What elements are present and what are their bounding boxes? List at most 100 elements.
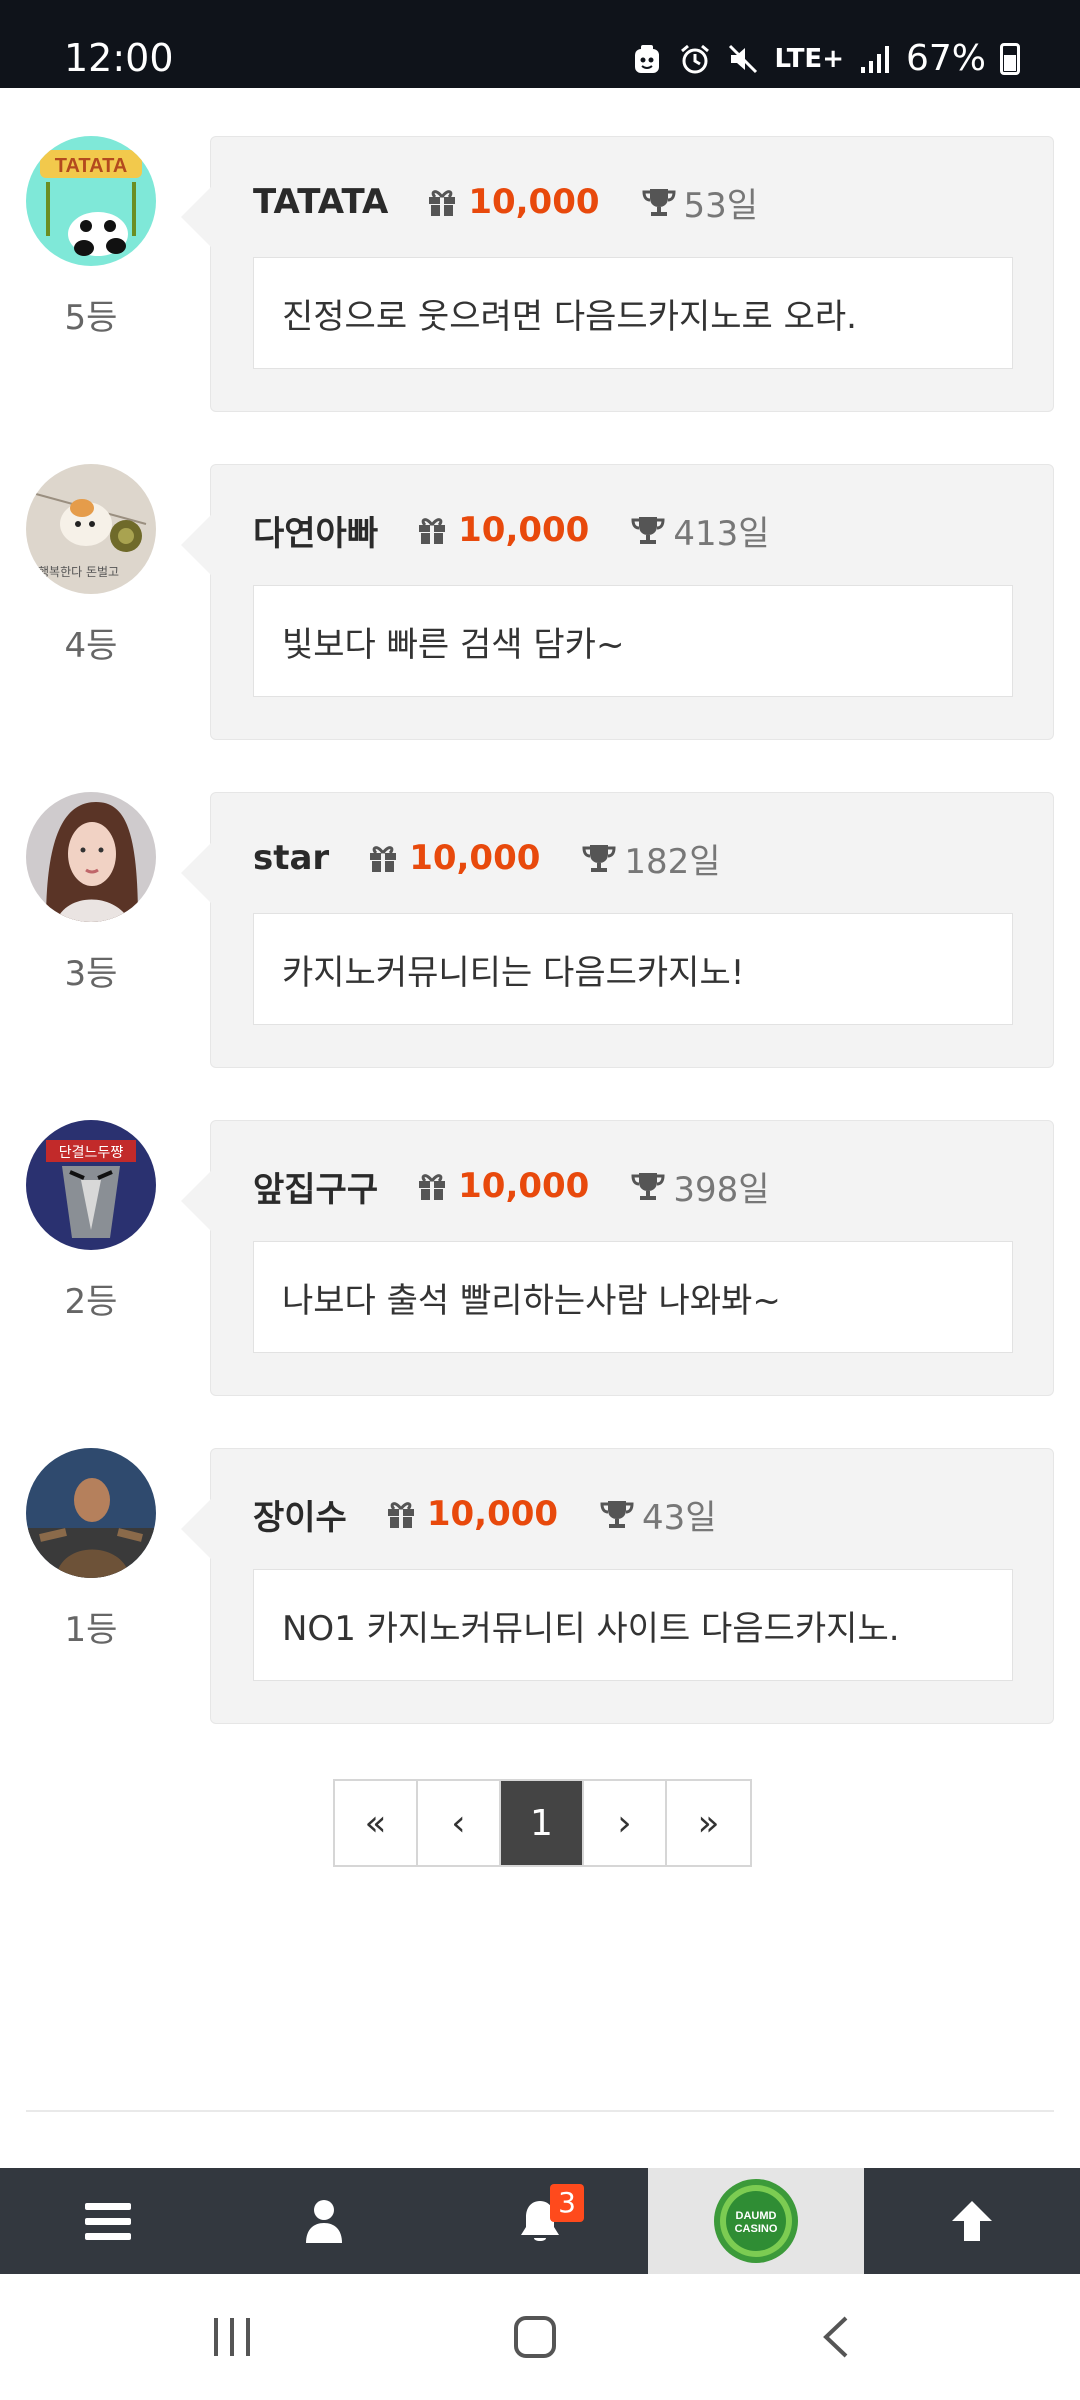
- back-icon: [823, 2316, 848, 2358]
- attendance-days: 53일: [642, 178, 758, 227]
- comment-card: TATATA 10,000 53일 진정으로 웃으려면 다음드카지노로 오라.: [181, 136, 1054, 412]
- battery-percent: 67%: [905, 38, 986, 79]
- list-item: 1등 장이수 10,000 43일 NO1 카지노커뮤니티 사이트 다음드카지노…: [0, 1448, 1080, 1776]
- trophy-icon: [631, 517, 665, 544]
- attendance-days: 43일: [600, 1490, 717, 1539]
- nickname[interactable]: 앞집구구: [253, 1162, 378, 1211]
- scroll-top-button[interactable]: [864, 2168, 1080, 2274]
- notifications-button[interactable]: 3: [432, 2168, 648, 2274]
- svg-text:DAUMD: DAUMD: [736, 2210, 777, 2222]
- gift-icon: [419, 518, 446, 544]
- days-value: 43일: [642, 1497, 717, 1538]
- attendance-days: 182일: [582, 834, 721, 883]
- comment-card: 다연아빠 10,000 413일 빛보다 빠른 검색 담카~: [181, 464, 1054, 740]
- trophy-icon: [631, 1173, 665, 1200]
- status-bar: 12:00 LTE+ 67%: [0, 0, 1080, 88]
- pagination: « ‹ 1 › »: [333, 1779, 752, 1867]
- card-header: 다연아빠 10,000 413일: [253, 505, 770, 555]
- card-header: 장이수 10,000 43일: [253, 1489, 717, 1539]
- points: 10,000: [416, 1166, 589, 1206]
- avatar[interactable]: 단결느두쨩: [26, 1120, 156, 1250]
- first-page-button[interactable]: «: [335, 1781, 418, 1865]
- svg-text:행복한다 돈벌고: 행복한다 돈벌고: [38, 564, 119, 579]
- rank-label: 1등: [64, 1610, 118, 1650]
- card-pointer: [181, 1499, 211, 1559]
- days-value: 182일: [624, 841, 721, 882]
- card-pointer: [181, 843, 211, 903]
- avatar[interactable]: [26, 792, 156, 922]
- recent-apps-button[interactable]: [210, 2314, 254, 2365]
- attendance-days: 413일: [631, 506, 770, 555]
- svg-text:TATATA: TATATA: [55, 155, 128, 177]
- system-nav-bar: [0, 2274, 1080, 2400]
- back-button[interactable]: [820, 2314, 850, 2365]
- nickname[interactable]: 다연아빠: [253, 506, 378, 555]
- list-item: TATATA 5등 TATATA 10,000 53일 진정으로 웃으려면 다음…: [0, 136, 1080, 464]
- comment-card: 장이수 10,000 43일 NO1 카지노커뮤니티 사이트 다음드카지노.: [181, 1448, 1054, 1724]
- profile-button[interactable]: [216, 2168, 432, 2274]
- gift-icon: [370, 846, 397, 872]
- daumd-casino-logo: DAUMDCASINO: [714, 2179, 798, 2263]
- points-value: 10,000: [468, 182, 600, 222]
- avatar[interactable]: TATATA: [26, 136, 156, 266]
- comment-text: NO1 카지노커뮤니티 사이트 다음드카지노.: [253, 1569, 1013, 1681]
- home-logo-button[interactable]: DAUMD CASINO: [648, 2168, 864, 2274]
- prev-page-button[interactable]: ‹: [418, 1781, 501, 1865]
- card-header: star 10,000 182일: [253, 833, 721, 883]
- nickname[interactable]: 장이수: [253, 1490, 347, 1539]
- rank-label: 3등: [64, 954, 118, 994]
- ranking-list: TATATA 5등 TATATA 10,000 53일 진정으로 웃으려면 다음…: [0, 136, 1080, 1776]
- avatar-column: 1등: [26, 1448, 156, 1651]
- gift-icon: [419, 1174, 446, 1200]
- list-item: 행복한다 돈벌고 4등 다연아빠 10,000 413일 빛보다 빠른 검색 담…: [0, 464, 1080, 792]
- card-pointer: [181, 1171, 211, 1231]
- comment-text: 진정으로 웃으려면 다음드카지노로 오라.: [253, 257, 1013, 369]
- comment-text: 카지노커뮤니티는 다음드카지노!: [253, 913, 1013, 1025]
- comment-text: 빛보다 빠른 검색 담카~: [253, 585, 1013, 697]
- alarm-icon: [678, 42, 712, 76]
- signal-icon: [858, 42, 892, 76]
- menu-button[interactable]: [0, 2168, 216, 2274]
- trophy-icon: [582, 845, 616, 872]
- comment-card: 앞집구구 10,000 398일 나보다 출석 빨리하는사람 나와봐~: [181, 1120, 1054, 1396]
- list-item: 단결느두쨩 2등 앞집구구 10,000 398일 나보다 출석 빨리하는사람 …: [0, 1120, 1080, 1448]
- next-page-button[interactable]: ›: [584, 1781, 667, 1865]
- home-button[interactable]: [512, 2314, 558, 2365]
- arrow-up-icon: [952, 2201, 992, 2241]
- nickname[interactable]: star: [253, 838, 329, 878]
- days-value: 398일: [673, 1169, 770, 1210]
- avatar-column: TATATA 5등: [26, 136, 156, 339]
- comment-card: star 10,000 182일 카지노커뮤니티는 다음드카지노!: [181, 792, 1054, 1068]
- menu-icon: [85, 2203, 131, 2240]
- notification-badge: 3: [550, 2184, 584, 2222]
- battery-icon: [1000, 42, 1020, 75]
- avatar-column: 3등: [26, 792, 156, 995]
- home-icon: [514, 2316, 556, 2358]
- current-page-button[interactable]: 1: [501, 1781, 584, 1865]
- points-value: 10,000: [426, 1494, 559, 1534]
- status-time: 12:00: [64, 36, 174, 80]
- mute-icon: [726, 42, 760, 76]
- lte-icon: LTE+: [774, 43, 844, 74]
- gift-icon: [429, 190, 456, 216]
- avatar[interactable]: [26, 1448, 156, 1578]
- nickname[interactable]: TATATA: [253, 182, 388, 222]
- user-icon: [306, 2200, 342, 2243]
- svg-text:CASINO: CASINO: [735, 2223, 778, 2235]
- avatar[interactable]: 행복한다 돈벌고: [26, 464, 156, 594]
- points-value: 10,000: [458, 1166, 590, 1206]
- divider: [26, 2110, 1054, 2112]
- points: 10,000: [367, 838, 540, 878]
- svg-text:단결느두쨩: 단결느두쨩: [59, 1145, 124, 1161]
- rank-label: 5등: [64, 298, 118, 338]
- card-pointer: [181, 187, 211, 247]
- card-pointer: [181, 515, 211, 575]
- last-page-button[interactable]: »: [667, 1781, 750, 1865]
- attendance-days: 398일: [631, 1162, 770, 1211]
- avatar-column: 행복한다 돈벌고 4등: [26, 464, 156, 667]
- gift-icon: [387, 1502, 414, 1528]
- card-header: 앞집구구 10,000 398일: [253, 1161, 770, 1211]
- rank-label: 4등: [64, 626, 118, 666]
- trophy-icon: [642, 189, 676, 216]
- card-header: TATATA 10,000 53일: [253, 177, 758, 227]
